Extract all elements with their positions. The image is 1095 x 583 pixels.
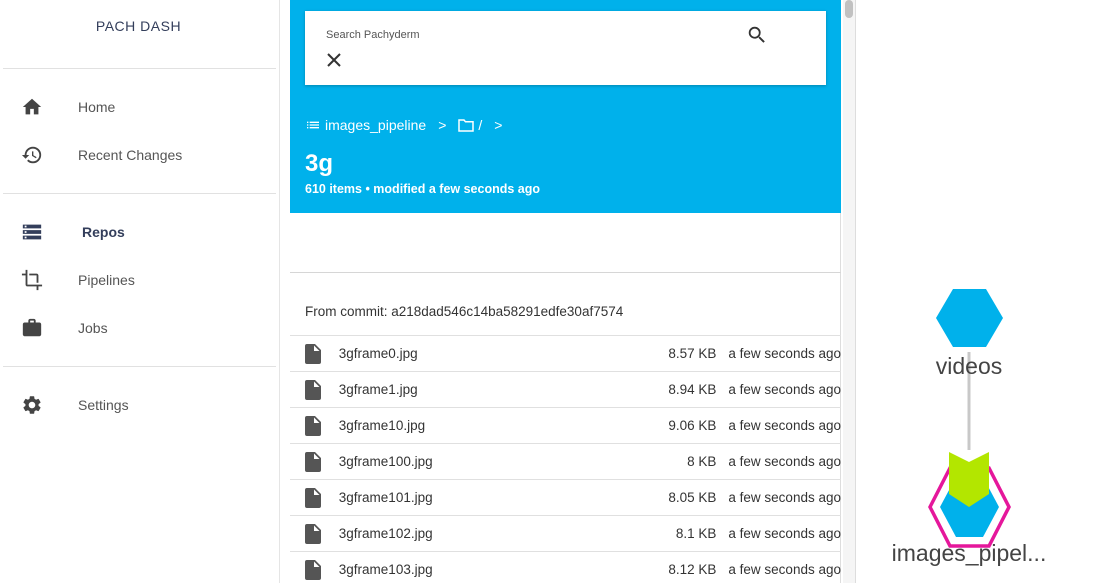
brand-title[interactable]: PACH DASH bbox=[0, 0, 279, 68]
scrollbar-thumb[interactable] bbox=[845, 0, 853, 18]
crop-pipeline-icon bbox=[0, 269, 78, 291]
file-name: 3gframe102.jpg bbox=[338, 526, 433, 541]
directory-meta: 610 items • modified a few seconds ago bbox=[305, 182, 541, 196]
history-icon bbox=[0, 144, 78, 166]
file-icon bbox=[290, 343, 339, 364]
breadcrumb-separator: > bbox=[438, 117, 447, 133]
file-row[interactable]: 3gframe101.jpg 8.05 KB a few seconds ago bbox=[290, 479, 841, 515]
section-divider bbox=[290, 272, 841, 273]
repo-header: Search Pachyderm images_pipeline > / > 3… bbox=[290, 0, 841, 213]
file-row[interactable]: 3gframe103.jpg 8.12 KB a few seconds ago bbox=[290, 551, 841, 583]
file-modified: a few seconds ago bbox=[728, 490, 841, 505]
directory-title: 3g bbox=[305, 150, 334, 177]
sidebar-item-label: Recent Changes bbox=[78, 147, 183, 163]
scrollbar[interactable] bbox=[843, 0, 856, 583]
nav-group-main: Home Recent Changes bbox=[0, 69, 279, 193]
home-icon bbox=[0, 96, 78, 118]
nav-group-settings: Settings bbox=[0, 367, 279, 443]
file-row[interactable]: 3gframe10.jpg 9.06 KB a few seconds ago bbox=[290, 407, 841, 443]
file-name: 3gframe10.jpg bbox=[338, 418, 426, 433]
file-row[interactable]: 3gframe100.jpg 8 KB a few seconds ago bbox=[290, 443, 841, 479]
search-label: Search Pachyderm bbox=[326, 29, 420, 41]
sidebar-item-settings[interactable]: Settings bbox=[0, 381, 279, 429]
close-icon[interactable] bbox=[325, 51, 343, 69]
breadcrumb-separator: > bbox=[494, 117, 503, 133]
repos-list-icon bbox=[0, 221, 78, 243]
file-list: 3gframe0.jpg 8.57 KB a few seconds ago 3… bbox=[290, 335, 841, 583]
sidebar: PACH DASH Home Recent Changes Repos Pipe… bbox=[0, 0, 280, 583]
sidebar-item-label: Settings bbox=[78, 397, 129, 413]
file-modified: a few seconds ago bbox=[728, 418, 841, 433]
sidebar-item-recent-changes[interactable]: Recent Changes bbox=[0, 131, 279, 179]
file-row[interactable]: 3gframe1.jpg 8.94 KB a few seconds ago bbox=[290, 371, 841, 407]
file-name: 3gframe100.jpg bbox=[338, 454, 433, 469]
file-size: 8.94 KB bbox=[668, 382, 717, 397]
file-icon bbox=[290, 451, 339, 472]
breadcrumb: images_pipeline > / > bbox=[305, 115, 514, 135]
file-name: 3gframe103.jpg bbox=[338, 562, 433, 577]
file-modified: a few seconds ago bbox=[728, 346, 841, 361]
file-size: 8 KB bbox=[687, 454, 717, 469]
file-name: 3gframe1.jpg bbox=[338, 382, 418, 397]
file-row[interactable]: 3gframe102.jpg 8.1 KB a few seconds ago bbox=[290, 515, 841, 551]
sidebar-item-label: Jobs bbox=[78, 320, 108, 336]
search-box[interactable]: Search Pachyderm bbox=[305, 11, 826, 85]
dag-panel: videos images_pipel... bbox=[857, 0, 1095, 583]
file-size: 9.06 KB bbox=[668, 418, 717, 433]
breadcrumb-repo-link[interactable]: images_pipeline bbox=[325, 117, 426, 133]
briefcase-icon bbox=[0, 317, 78, 339]
repo-node-videos[interactable]: videos bbox=[936, 289, 1003, 379]
file-name: 3gframe0.jpg bbox=[338, 346, 418, 361]
file-icon bbox=[290, 523, 339, 544]
gear-icon bbox=[0, 394, 78, 416]
sidebar-item-repos[interactable]: Repos bbox=[0, 208, 279, 256]
sidebar-item-label: Pipelines bbox=[78, 272, 135, 288]
file-icon bbox=[290, 487, 339, 508]
file-size: 8.57 KB bbox=[668, 346, 717, 361]
dag-graph: videos images_pipel... bbox=[892, 289, 1047, 566]
file-size: 8.05 KB bbox=[668, 490, 717, 505]
repo-hexagon-icon[interactable] bbox=[936, 289, 1003, 347]
commit-info: From commit: a218dad546c14ba58291edfe30a… bbox=[305, 304, 624, 319]
file-modified: a few seconds ago bbox=[728, 454, 841, 469]
file-modified: a few seconds ago bbox=[728, 382, 841, 397]
brand-label: PACH DASH bbox=[95, 18, 182, 34]
file-icon bbox=[290, 379, 339, 400]
repo-node-label: videos bbox=[936, 353, 1002, 379]
file-size: 8.1 KB bbox=[675, 526, 717, 541]
file-browser-panel: Search Pachyderm images_pipeline > / > 3… bbox=[290, 0, 841, 583]
file-modified: a few seconds ago bbox=[728, 562, 841, 577]
pipeline-node-label: images_pipel... bbox=[892, 540, 1047, 566]
file-row[interactable]: 3gframe0.jpg 8.57 KB a few seconds ago bbox=[290, 335, 841, 371]
breadcrumb-root-link[interactable]: / bbox=[478, 117, 482, 133]
file-icon bbox=[290, 415, 339, 436]
sidebar-item-label: Repos bbox=[82, 224, 125, 240]
file-icon bbox=[290, 559, 339, 580]
pipeline-node-images[interactable]: images_pipel... bbox=[892, 452, 1047, 566]
file-modified: a few seconds ago bbox=[728, 526, 841, 541]
file-size: 8.12 KB bbox=[668, 562, 717, 577]
repo-list-icon bbox=[305, 117, 325, 133]
search-icon[interactable] bbox=[746, 24, 768, 46]
sidebar-item-home[interactable]: Home bbox=[0, 83, 279, 131]
file-name: 3gframe101.jpg bbox=[338, 490, 433, 505]
sidebar-item-pipelines[interactable]: Pipelines bbox=[0, 256, 279, 304]
folder-icon[interactable] bbox=[458, 118, 478, 132]
sidebar-item-jobs[interactable]: Jobs bbox=[0, 304, 279, 352]
nav-group-data: Repos Pipelines Jobs bbox=[0, 194, 279, 366]
sidebar-item-label: Home bbox=[78, 99, 116, 115]
